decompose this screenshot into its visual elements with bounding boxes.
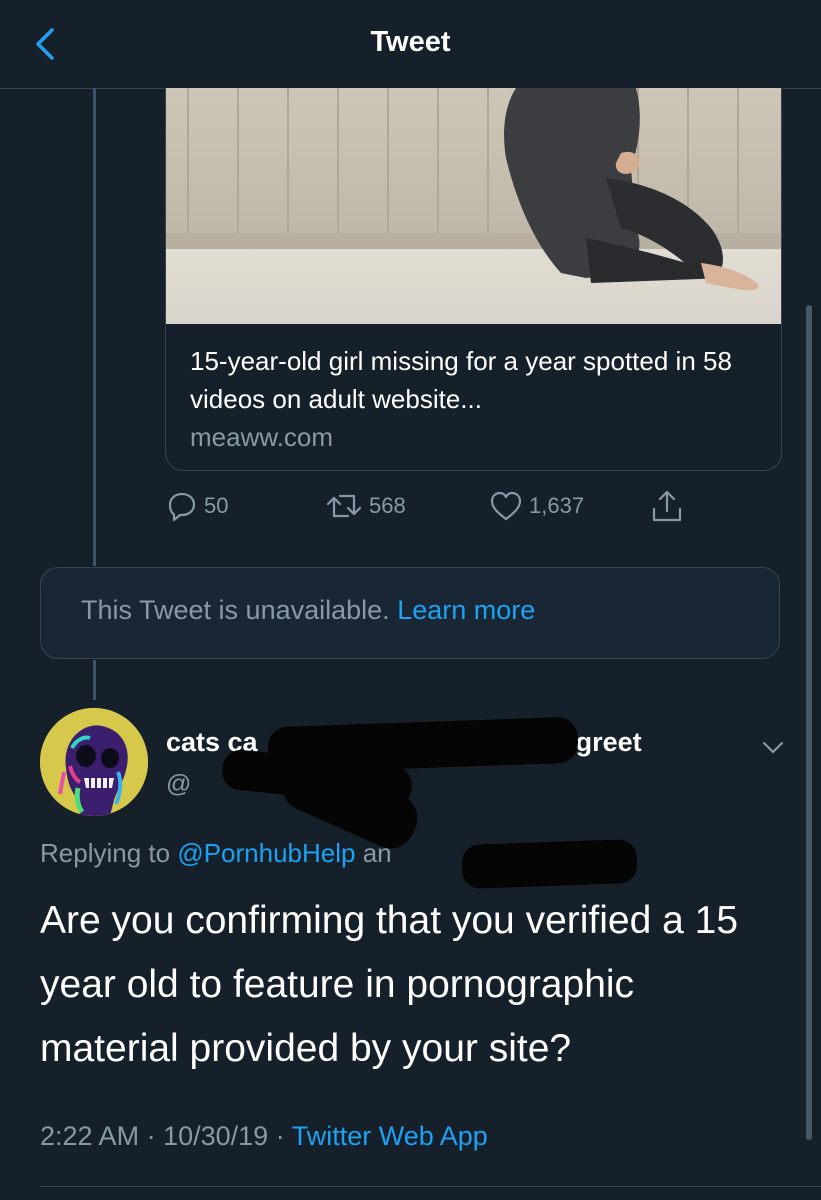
handle-prefix: @ xyxy=(166,770,192,798)
redaction-mark xyxy=(461,838,638,890)
retweet-icon xyxy=(326,494,362,518)
replying-to-line: Replying to @PornhubHelp an xyxy=(40,838,392,869)
mention-link[interactable]: @PornhubHelp xyxy=(177,838,355,868)
divider xyxy=(40,1186,821,1187)
like-count: 1,637 xyxy=(529,493,585,518)
tweet-action-bar: 50 568 1,637 xyxy=(0,486,821,526)
link-preview-card[interactable]: 15-year-old girl missing for a year spot… xyxy=(165,88,782,471)
tweet-time: 2:22 AM xyxy=(40,1121,140,1151)
share-button[interactable] xyxy=(650,486,684,526)
card-text-area: 15-year-old girl missing for a year spot… xyxy=(190,342,761,456)
reply-button[interactable]: 50 xyxy=(166,486,228,526)
unavailable-tweet-notice: This Tweet is unavailable. Learn more xyxy=(40,567,780,659)
tweet-metadata: 2:22 AM · 10/30/19 · Twitter Web App xyxy=(40,1121,488,1152)
share-icon xyxy=(652,490,682,522)
retweet-button[interactable]: 568 xyxy=(325,486,406,526)
top-navigation-bar: Tweet xyxy=(0,0,821,89)
replying-prefix: Replying to xyxy=(40,838,171,868)
separator-dot: · xyxy=(275,1121,285,1151)
thread-connector-line xyxy=(93,660,96,700)
and-text: an xyxy=(362,838,392,868)
like-button[interactable]: 1,637 xyxy=(489,486,584,526)
reply-count: 50 xyxy=(204,493,229,518)
tweet-date: 10/30/19 xyxy=(163,1121,269,1151)
heart-icon xyxy=(490,491,522,521)
retweet-count: 568 xyxy=(369,493,406,518)
unavailable-message-line: This Tweet is unavailable. Learn more xyxy=(81,595,535,626)
reply-icon xyxy=(168,492,196,522)
user-handle[interactable]: @ xyxy=(166,770,191,799)
skull-avatar-image xyxy=(40,708,148,816)
card-headline: 15-year-old girl missing for a year spot… xyxy=(190,346,732,414)
card-domain: meaww.com xyxy=(190,422,334,452)
card-thumbnail-image xyxy=(166,88,781,324)
chevron-down-icon[interactable] xyxy=(758,732,788,762)
unavailable-message: This Tweet is unavailable. xyxy=(81,595,390,625)
page-title: Tweet xyxy=(370,26,451,58)
tweet-source-link[interactable]: Twitter Web App xyxy=(292,1121,488,1151)
scrollbar[interactable] xyxy=(806,305,812,1140)
avatar[interactable] xyxy=(40,708,148,816)
separator-dot: · xyxy=(146,1121,156,1151)
tweet-body-text: Are you confirming that you verified a 1… xyxy=(40,899,739,1070)
tweet-detail-screen: Tweet 15-year-old girl missing for a yea… xyxy=(0,0,821,1200)
learn-more-link[interactable]: Learn more xyxy=(397,595,535,625)
